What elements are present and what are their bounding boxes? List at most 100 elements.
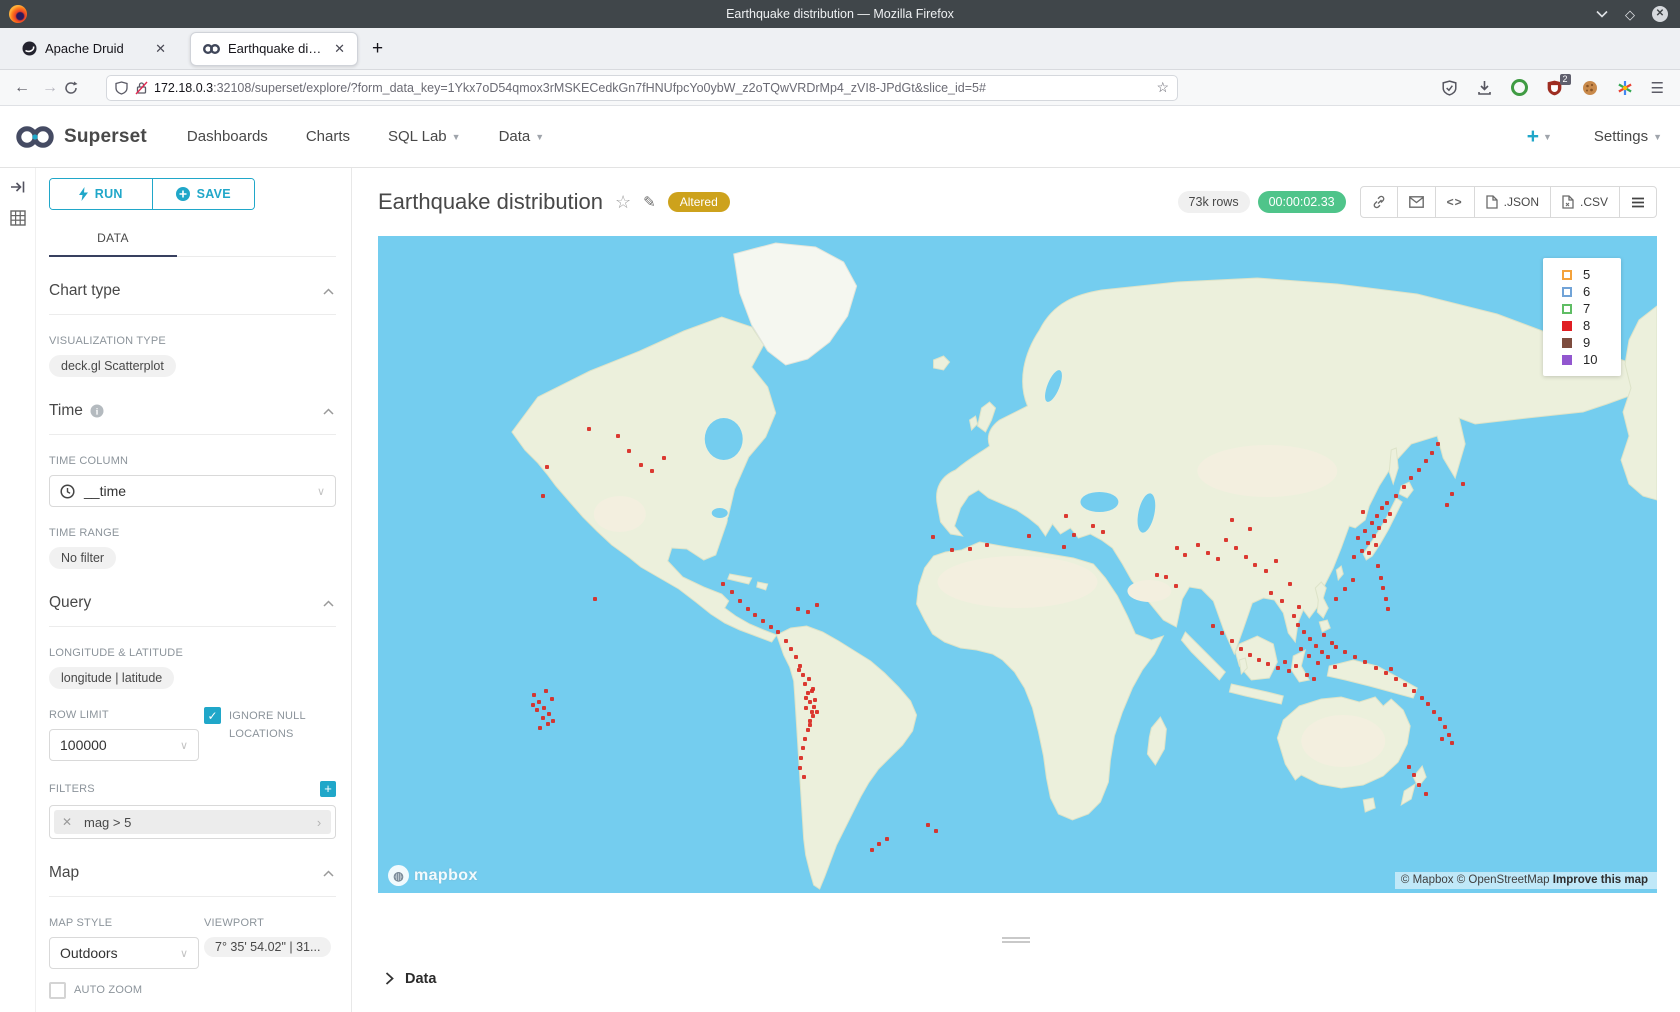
earthquake-point[interactable] [1224,538,1228,542]
earthquake-point[interactable] [1424,792,1428,796]
earthquake-point[interactable] [1356,536,1360,540]
earthquake-point[interactable] [537,700,541,704]
earthquake-point[interactable] [1386,607,1390,611]
add-new-button[interactable]: +▼ [1527,125,1552,149]
earthquake-point[interactable] [1430,451,1434,455]
earthquake-point[interactable] [1299,647,1303,651]
earthquake-point[interactable] [801,673,805,677]
run-button[interactable]: RUN [50,179,152,209]
earthquake-point[interactable] [730,590,734,594]
earthquake-point[interactable] [813,698,817,702]
deckgl-map[interactable]: 5678910 ◍ mapbox © Mapbox © OpenStreetMa… [378,236,1657,893]
earthquake-point[interactable] [804,696,808,700]
earthquake-point[interactable] [1294,664,1298,668]
bookmark-star-icon[interactable]: ☆ [1156,79,1169,96]
earthquake-point[interactable] [1174,584,1178,588]
earthquake-point[interactable] [1288,582,1292,586]
copy-link-button[interactable] [1360,186,1398,218]
earthquake-point[interactable] [1343,587,1347,591]
downloads-icon[interactable] [1476,79,1494,97]
tab-apache-druid[interactable]: Apache Druid ✕ [10,32,178,66]
earthquake-point[interactable] [1351,578,1355,582]
forward-button[interactable]: → [36,79,64,97]
earthquake-point[interactable] [1417,468,1421,472]
earthquake-point[interactable] [1374,543,1378,547]
earthquake-point[interactable] [776,630,780,634]
earthquake-point[interactable] [926,823,930,827]
legend-item-5[interactable]: 5 [1562,266,1621,283]
earthquake-point[interactable] [1379,576,1383,580]
earthquake-point[interactable] [1403,683,1407,687]
earthquake-point[interactable] [812,705,816,709]
earthquake-point[interactable] [545,465,549,469]
earthquake-point[interactable] [1296,623,1300,627]
resize-handle[interactable] [1002,937,1030,943]
earthquake-point[interactable] [639,463,643,467]
earthquake-point[interactable] [1220,631,1224,635]
earthquake-point[interactable] [1326,655,1330,659]
back-button[interactable]: ← [8,79,36,97]
nav-item-dashboards[interactable]: Dashboards [187,128,268,145]
earthquake-point[interactable] [806,610,810,614]
earthquake-point[interactable] [1257,658,1261,662]
earthquake-point[interactable] [1424,459,1428,463]
earthquake-point[interactable] [1287,669,1291,673]
earthquake-point[interactable] [662,456,666,460]
earthquake-point[interactable] [968,547,972,551]
earthquake-point[interactable] [1276,666,1280,670]
window-maximize-icon[interactable]: ◇ [1625,8,1635,21]
nav-item-data[interactable]: Data▼ [499,128,545,145]
earthquake-point[interactable] [870,848,874,852]
earthquake-point[interactable] [550,697,554,701]
nav-item-sql-lab[interactable]: SQL Lab▼ [388,128,461,145]
earthquake-point[interactable] [1297,605,1301,609]
earthquake-point[interactable] [538,726,542,730]
earthquake-point[interactable] [1292,614,1296,618]
earthquake-point[interactable] [1363,660,1367,664]
earthquake-point[interactable] [950,548,954,552]
earthquake-point[interactable] [1389,667,1393,671]
section-point-size[interactable]: Point Size [49,999,336,1012]
earthquake-point[interactable] [803,682,807,686]
chart-menu-button[interactable] [1619,186,1657,218]
viz-type-value[interactable]: deck.gl Scatterplot [49,355,176,377]
earthquake-point[interactable] [1426,702,1430,706]
earthquake-point[interactable] [1280,599,1284,603]
earthquake-point[interactable] [1361,510,1365,514]
earthquake-point[interactable] [801,746,805,750]
earthquake-point[interactable] [1320,650,1324,654]
earthquake-point[interactable] [1402,485,1406,489]
earthquake-point[interactable] [746,607,750,611]
earthquake-point[interactable] [1412,689,1416,693]
earthquake-point[interactable] [1360,549,1364,553]
time-range-value[interactable]: No filter [49,547,116,569]
mapbox-logo[interactable]: ◍ mapbox [388,865,478,886]
earthquake-point[interactable] [1314,644,1318,648]
earthquake-point[interactable] [551,719,555,723]
earthquake-point[interactable] [1230,518,1234,522]
attribution-osm[interactable]: © OpenStreetMap [1457,874,1550,886]
tab-data[interactable]: DATA [49,222,177,257]
earthquake-point[interactable] [1101,530,1105,534]
section-map[interactable]: Map [49,839,336,896]
earthquake-point[interactable] [1234,546,1238,550]
earthquake-point[interactable] [1266,662,1270,666]
earthquake-point[interactable] [1316,661,1320,665]
earthquake-point[interactable] [1407,765,1411,769]
earthquake-point[interactable] [1383,519,1387,523]
legend-item-10[interactable]: 10 [1562,351,1621,368]
earthquake-point[interactable] [810,689,814,693]
earthquake-point[interactable] [1384,597,1388,601]
earthquake-point[interactable] [1366,541,1370,545]
earthquake-point[interactable] [650,469,654,473]
earthquake-point[interactable] [1239,647,1243,651]
extension-cookie-icon[interactable] [1581,79,1599,97]
earthquake-point[interactable] [796,607,800,611]
export-json-button[interactable]: .JSON [1474,186,1551,218]
earthquake-point[interactable] [808,700,812,704]
earthquake-point[interactable] [1072,533,1076,537]
earthquake-point[interactable] [535,708,539,712]
altered-badge[interactable]: Altered [668,192,730,212]
superset-brand[interactable]: Superset [14,124,147,150]
earthquake-point[interactable] [1244,555,1248,559]
